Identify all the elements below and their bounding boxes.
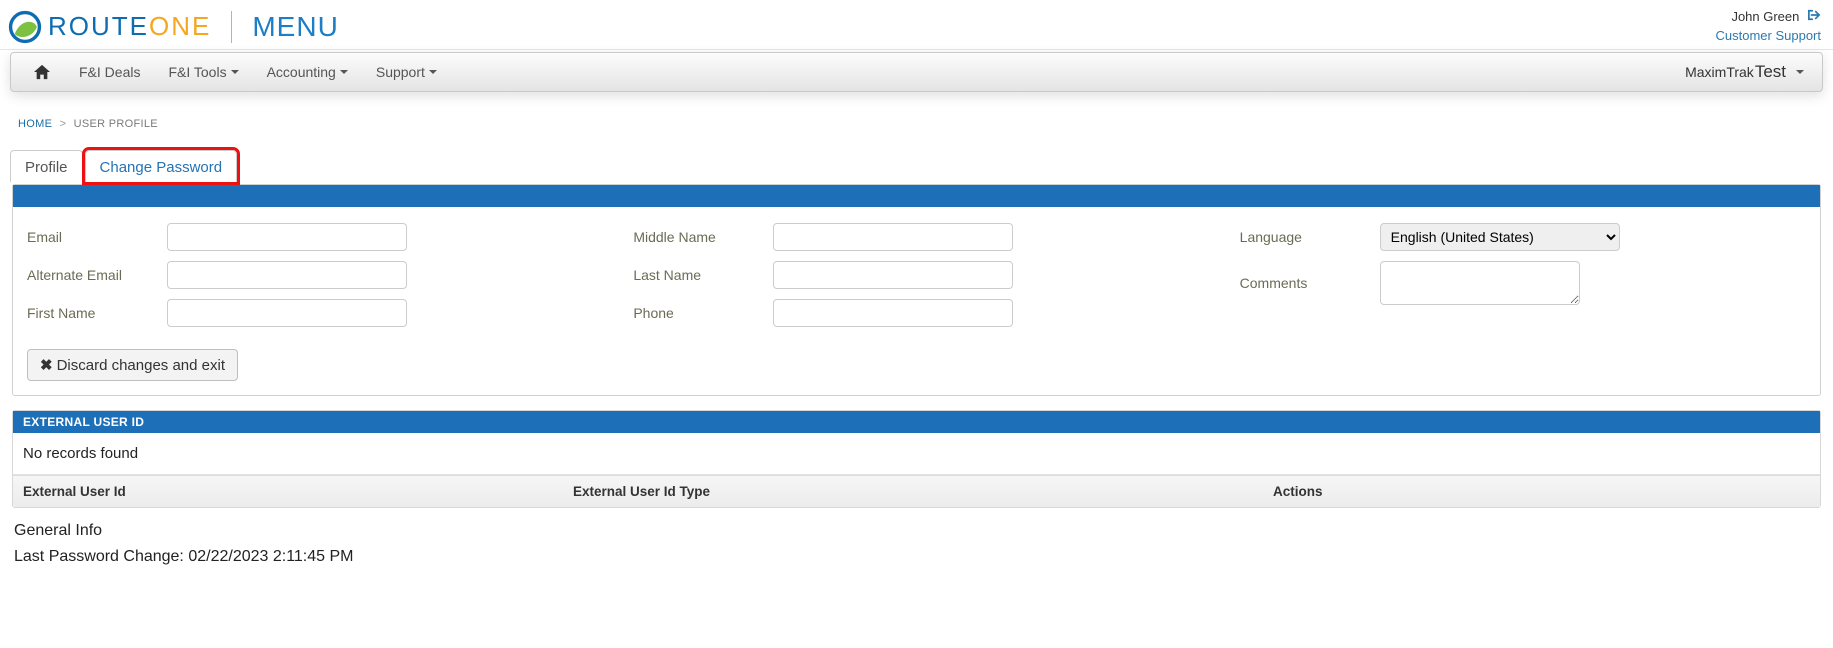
- tab-strip: Profile Change Password: [10, 150, 1821, 182]
- last-name-input[interactable]: [773, 261, 1013, 289]
- discard-changes-button[interactable]: ✖ Discard changes and exit: [27, 349, 238, 381]
- brand-bar: ROUTEONE MENU John Green Customer Suppor…: [0, 0, 1833, 50]
- last-password-change-value: 02/22/2023 2:11:45 PM: [188, 548, 353, 565]
- external-user-id-panel: EXTERNAL USER ID No records found Extern…: [12, 410, 1821, 508]
- breadcrumb-home[interactable]: HOME: [18, 118, 52, 130]
- external-empty-message: No records found: [13, 433, 1820, 475]
- caret-icon: [1796, 70, 1804, 74]
- tab-change-password-label: Change Password: [100, 159, 223, 176]
- phone-label: Phone: [633, 305, 773, 321]
- nav-support-label: Support: [376, 64, 425, 80]
- external-col-type: External User Id Type: [563, 476, 1263, 507]
- customer-support-link[interactable]: Customer Support: [1716, 27, 1822, 45]
- profile-panel: Email Alternate Email First Name Middle …: [12, 184, 1821, 396]
- nav-support[interactable]: Support: [362, 53, 451, 91]
- general-info-section: General Info Last Password Change: 02/22…: [12, 518, 1821, 569]
- email-label: Email: [27, 229, 167, 245]
- tab-change-password[interactable]: Change Password: [85, 150, 238, 182]
- breadcrumb-separator: >: [60, 118, 67, 130]
- last-password-change-label: Last Password Change:: [14, 548, 184, 565]
- tab-profile[interactable]: Profile: [10, 150, 83, 182]
- last-name-label: Last Name: [633, 267, 773, 283]
- alternate-email-input[interactable]: [167, 261, 407, 289]
- nav-accounting[interactable]: Accounting: [253, 53, 362, 91]
- nav-fi-deals[interactable]: F&I Deals: [65, 53, 154, 91]
- dealer-name-prefix: MaximTrak: [1685, 64, 1754, 80]
- breadcrumb: HOME > USER PROFILE: [18, 118, 1821, 130]
- caret-icon: [429, 70, 437, 74]
- user-name: John Green: [1731, 9, 1799, 24]
- brand-name-primary: ROUTE: [48, 11, 149, 41]
- caret-icon: [231, 70, 239, 74]
- brand-name: ROUTEONE: [48, 11, 211, 42]
- external-col-actions: Actions: [1263, 476, 1820, 507]
- comments-label: Comments: [1240, 275, 1380, 291]
- first-name-input[interactable]: [167, 299, 407, 327]
- nav-home-icon[interactable]: [19, 53, 65, 91]
- brand-menu-label: MENU: [252, 11, 338, 43]
- external-user-id-title: EXTERNAL USER ID: [13, 411, 1820, 433]
- first-name-label: First Name: [27, 305, 167, 321]
- phone-input[interactable]: [773, 299, 1013, 327]
- profile-panel-header: [13, 185, 1820, 207]
- language-select[interactable]: English (United States): [1380, 223, 1620, 251]
- tab-profile-label: Profile: [25, 159, 68, 176]
- middle-name-label: Middle Name: [633, 229, 773, 245]
- middle-name-input[interactable]: [773, 223, 1013, 251]
- close-icon: ✖: [40, 356, 53, 374]
- brand-divider: [231, 11, 232, 43]
- alternate-email-label: Alternate Email: [27, 267, 167, 283]
- nav-fi-tools[interactable]: F&I Tools: [154, 53, 252, 91]
- language-label: Language: [1240, 229, 1380, 245]
- nav-accounting-label: Accounting: [267, 64, 336, 80]
- comments-textarea[interactable]: [1380, 261, 1580, 305]
- dealer-name-suffix: Test: [1755, 62, 1786, 82]
- breadcrumb-current: USER PROFILE: [74, 118, 158, 130]
- email-input[interactable]: [167, 223, 407, 251]
- discard-changes-label: Discard changes and exit: [57, 357, 225, 374]
- sign-out-icon[interactable]: [1807, 9, 1821, 24]
- main-nav: F&I Deals F&I Tools Accounting Support M…: [10, 52, 1823, 92]
- nav-fi-tools-label: F&I Tools: [168, 64, 226, 80]
- user-block: John Green Customer Support: [1716, 8, 1822, 44]
- brand-name-secondary: ONE: [149, 11, 211, 41]
- routeone-logo-icon: [8, 10, 42, 44]
- external-col-id: External User Id: [13, 476, 563, 507]
- caret-icon: [340, 70, 348, 74]
- nav-fi-deals-label: F&I Deals: [79, 64, 140, 80]
- general-info-title: General Info: [14, 518, 1821, 544]
- external-table-header: External User Id External User Id Type A…: [13, 475, 1820, 507]
- brand-logo[interactable]: ROUTEONE MENU: [8, 10, 339, 44]
- dealer-switcher[interactable]: MaximTrakTest: [1685, 62, 1814, 82]
